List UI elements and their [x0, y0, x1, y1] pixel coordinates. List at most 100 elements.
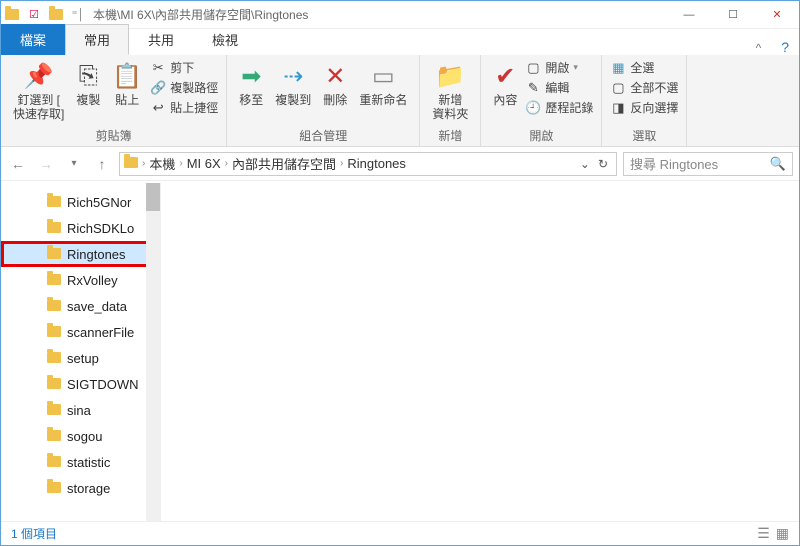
- nav-up-button[interactable]: ↑: [91, 156, 113, 172]
- group-clipboard-label: 剪貼簿: [9, 127, 218, 146]
- rename-icon: ▭: [372, 59, 395, 93]
- properties-button[interactable]: ✔內容: [489, 57, 521, 109]
- tree-item-label: save_data: [67, 299, 127, 314]
- tree-item-save_data[interactable]: save_data: [1, 293, 160, 319]
- checkbox-icon[interactable]: ☑: [23, 8, 45, 21]
- folder-icon: [47, 220, 61, 236]
- folder-icon: [47, 324, 61, 340]
- tree-item-statistic[interactable]: statistic: [1, 449, 160, 475]
- tree-item-sogou[interactable]: sogou: [1, 423, 160, 449]
- nav-recent-button[interactable]: ▾: [63, 158, 85, 169]
- tab-home[interactable]: 常用: [65, 24, 129, 55]
- thumbnails-view-icon[interactable]: ▦: [776, 525, 789, 542]
- tree-item-label: RxVolley: [67, 273, 118, 288]
- tree-item-label: SIGTDOWN: [67, 377, 139, 392]
- copy-path-button[interactable]: 🔗複製路徑: [150, 79, 218, 96]
- group-organize-label: 組合管理: [235, 127, 411, 146]
- file-list-pane[interactable]: [161, 183, 799, 521]
- delete-icon: ✕: [325, 59, 345, 93]
- tree-item-label: sina: [67, 403, 91, 418]
- open-icon: ▢: [525, 60, 541, 76]
- history-button[interactable]: 🕘歷程記錄: [525, 99, 593, 116]
- tab-file[interactable]: 檔案: [1, 24, 65, 55]
- rename-button[interactable]: ▭重新命名: [355, 57, 411, 109]
- delete-button[interactable]: ✕刪除: [319, 57, 351, 109]
- edit-icon: ✎: [525, 80, 541, 96]
- pin-quickaccess-button[interactable]: 📌 釘選到 [快速存取]: [9, 57, 68, 124]
- search-input[interactable]: 搜尋 Ringtones 🔍: [623, 152, 793, 176]
- group-open-label: 開啟: [489, 127, 593, 146]
- search-icon: 🔍: [770, 156, 786, 172]
- status-text: 1 個項目: [11, 525, 57, 542]
- tree-scroll-thumb[interactable]: [146, 183, 160, 211]
- scissors-icon: ✂: [150, 60, 166, 76]
- window-title: 本機\MI 6X\內部共用儲存空間\Ringtones: [93, 6, 667, 23]
- tree-item-rxvolley[interactable]: RxVolley: [1, 267, 160, 293]
- moveto-icon: ➡: [241, 59, 261, 93]
- tree-item-sigtdown[interactable]: SIGTDOWN: [1, 371, 160, 397]
- tree-item-setup[interactable]: setup: [1, 345, 160, 371]
- crumb-0[interactable]: 本機: [149, 154, 175, 173]
- folder-icon: [1, 9, 23, 20]
- new-folder-button[interactable]: 📁新增資料夾: [428, 57, 472, 124]
- refresh-icon[interactable]: ↻: [598, 157, 608, 171]
- tree-scrollbar[interactable]: [146, 183, 160, 521]
- folder-icon: [47, 298, 61, 314]
- newfolder-icon: 📁: [435, 59, 465, 93]
- copy-button[interactable]: ⎘ 複製: [72, 57, 104, 109]
- address-bar[interactable]: › 本機› MI 6X› 內部共用儲存空間› Ringtones ⌄↻: [119, 152, 617, 176]
- tab-share[interactable]: 共用: [129, 24, 193, 55]
- nav-back-button[interactable]: ←: [7, 156, 29, 172]
- ribbon-collapse-icon[interactable]: ^: [746, 41, 772, 55]
- select-none-button[interactable]: ▢全部不選: [610, 79, 678, 96]
- folder-icon: [47, 376, 61, 392]
- crumb-1[interactable]: MI 6X: [187, 156, 221, 171]
- minimize-button[interactable]: —: [667, 1, 711, 28]
- folder-icon: [47, 246, 61, 262]
- edit-button[interactable]: ✎編輯: [525, 79, 593, 96]
- folder-icon: [47, 272, 61, 288]
- tree-item-rich5gnor[interactable]: Rich5GNor: [1, 189, 160, 215]
- details-view-icon[interactable]: ☰: [757, 525, 770, 542]
- copyto-icon: ⇢: [283, 59, 303, 93]
- tree-item-storage[interactable]: storage: [1, 475, 160, 501]
- maximize-button[interactable]: ☐: [711, 1, 755, 28]
- navigation-tree[interactable]: Rich5GNor RichSDKLoRingtones RxVolley save_…: [1, 183, 161, 521]
- qat-overflow-icon[interactable]: ⁼│: [67, 8, 89, 21]
- folder-icon: [47, 194, 61, 210]
- cut-button[interactable]: ✂剪下: [150, 59, 218, 76]
- invert-icon: ◨: [610, 100, 626, 116]
- tree-item-richsdklo[interactable]: RichSDKLo: [1, 215, 160, 241]
- open-button[interactable]: ▢開啟▾: [525, 59, 593, 76]
- tab-view[interactable]: 檢視: [193, 24, 257, 55]
- tree-item-scannerfile[interactable]: scannerFile: [1, 319, 160, 345]
- pin-icon: 📌: [24, 59, 54, 93]
- nav-forward-button[interactable]: →: [35, 156, 57, 172]
- tree-item-label: sogou: [67, 429, 102, 444]
- selectnone-icon: ▢: [610, 80, 626, 96]
- path-icon: 🔗: [150, 80, 166, 96]
- shortcut-icon: ↩: [150, 100, 166, 116]
- tree-item-ringtones[interactable]: Ringtones: [1, 241, 160, 267]
- selectall-icon: ▦: [610, 60, 626, 76]
- tree-item-label: scannerFile: [67, 325, 134, 340]
- properties-icon: ✔: [495, 59, 515, 93]
- invert-selection-button[interactable]: ◨反向選擇: [610, 99, 678, 116]
- history-icon: 🕘: [525, 100, 541, 116]
- crumb-2[interactable]: 內部共用儲存空間: [232, 154, 336, 173]
- copy-to-button[interactable]: ⇢複製到: [271, 57, 315, 109]
- folder-icon: [47, 428, 61, 444]
- select-all-button[interactable]: ▦全選: [610, 59, 678, 76]
- help-icon[interactable]: ?: [771, 39, 799, 55]
- paste-button[interactable]: 📋 貼上: [108, 57, 146, 109]
- tree-item-sina[interactable]: sina: [1, 397, 160, 423]
- paste-shortcut-button[interactable]: ↩貼上捷徑: [150, 99, 218, 116]
- folder-small-icon: [45, 9, 67, 20]
- group-new-label: 新增: [428, 127, 472, 146]
- group-select-label: 選取: [610, 127, 678, 146]
- tree-item-label: Rich5GNor: [67, 195, 131, 210]
- addr-dropdown-icon[interactable]: ⌄: [580, 157, 590, 171]
- move-to-button[interactable]: ➡移至: [235, 57, 267, 109]
- crumb-3[interactable]: Ringtones: [347, 156, 406, 171]
- close-button[interactable]: ✕: [755, 1, 799, 28]
